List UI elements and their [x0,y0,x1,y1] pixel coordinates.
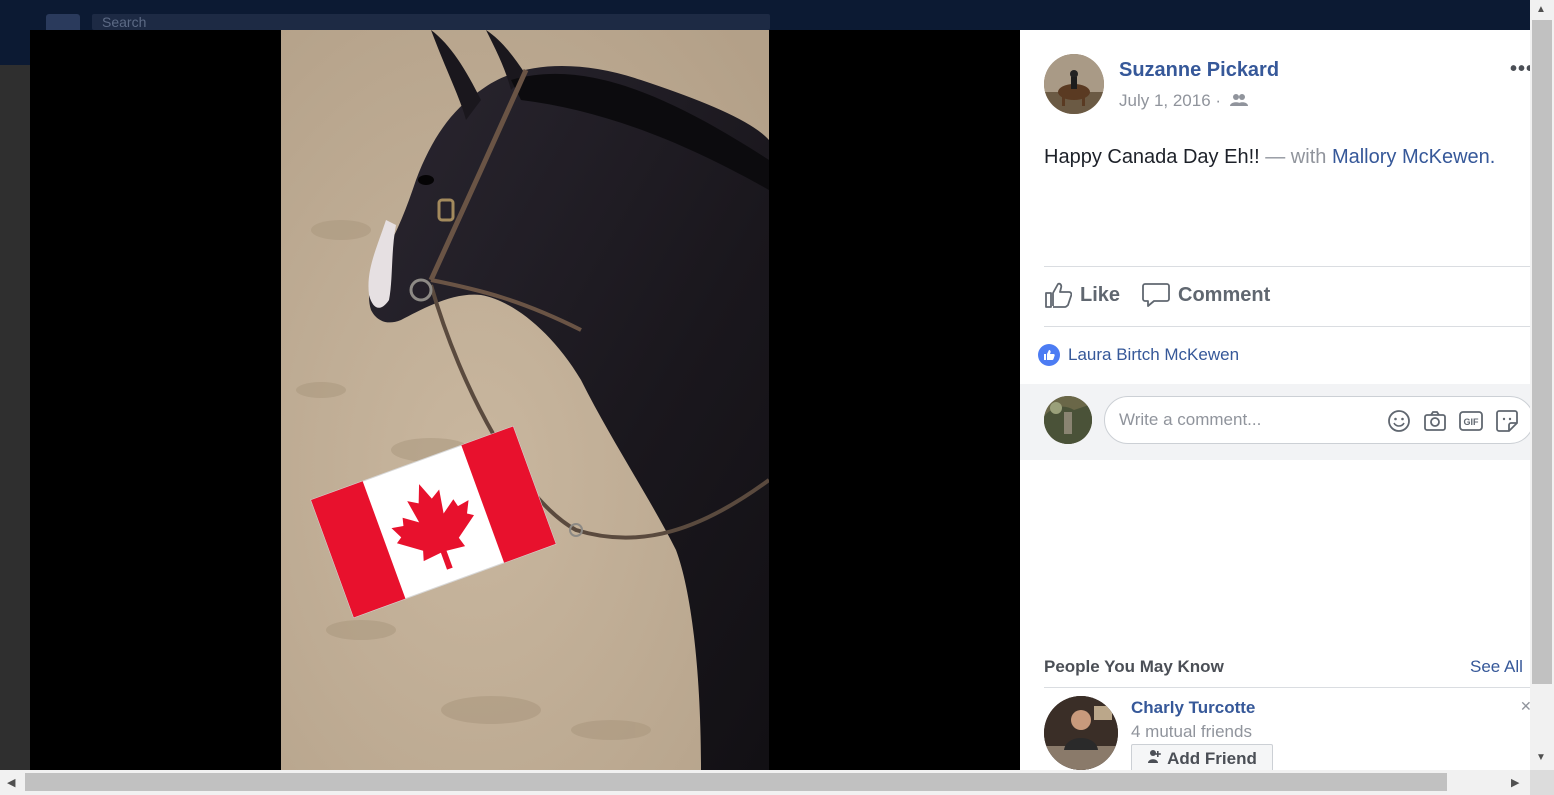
author-avatar[interactable] [1044,54,1104,114]
gif-icon[interactable]: GIF [1459,409,1483,438]
search-input[interactable]: Search [92,14,770,30]
comment-input[interactable]: Write a comment... GIF [1104,396,1534,444]
post-date-text[interactable]: July 1, 2016 · [1119,91,1221,110]
like-reaction-icon [1038,344,1060,366]
add-friend-label: Add Friend [1167,749,1257,768]
suggested-friend-name[interactable]: Charly Turcotte [1131,698,1255,718]
with-prefix: — with [1265,146,1327,168]
friends-audience-icon[interactable] [1229,92,1248,112]
thumbs-up-icon [1044,282,1072,308]
reactor-name-link[interactable]: Laura Birtch McKewen [1068,345,1239,365]
comment-label: Comment [1178,283,1271,306]
people-you-may-know-title: People You May Know [1044,657,1224,676]
scroll-left-arrow-icon[interactable]: ◀ [7,776,15,789]
scrollbar-corner [1530,770,1554,795]
divider [1044,266,1530,267]
emoji-icon[interactable] [1387,409,1411,438]
photo-theater: Suzanne Pickard July 1, 2016 · ••• Happy… [30,30,1534,774]
vertical-scrollbar-thumb[interactable] [1532,20,1552,684]
comment-placeholder[interactable]: Write a comment... [1119,410,1261,430]
sticker-icon[interactable] [1495,409,1519,438]
see-all-link[interactable]: See All [1470,657,1523,677]
tagged-friend-link[interactable]: Mallory McKewen. [1332,146,1495,168]
divider [1044,687,1530,688]
reactions-summary[interactable]: Laura Birtch McKewen [1038,344,1239,366]
divider [1044,326,1530,327]
like-label: Like [1080,283,1121,306]
comment-button[interactable]: Comment [1142,282,1270,308]
current-user-avatar[interactable] [1044,396,1092,444]
photo-stage[interactable] [30,30,1020,770]
post-side-panel: Suzanne Pickard July 1, 2016 · ••• Happy… [1020,30,1534,774]
mutual-friends-count[interactable]: 4 mutual friends [1131,722,1252,742]
post-text: Happy Canada Day Eh!! — with Mallory McK… [1044,146,1495,169]
comment-composer: Write a comment... GIF [1020,384,1534,460]
post-message: Happy Canada Day Eh!! [1044,146,1260,168]
horizontal-scrollbar-thumb[interactable] [25,773,1447,791]
like-button[interactable]: Like [1044,282,1120,308]
scroll-down-arrow-icon[interactable]: ▼ [1536,752,1546,763]
suggested-friend-avatar[interactable] [1044,696,1118,770]
camera-icon[interactable] [1423,409,1447,438]
author-name-link[interactable]: Suzanne Pickard [1119,59,1279,82]
comment-bubble-icon [1142,282,1170,308]
add-person-icon [1147,749,1161,770]
gif-text: GIF [1464,417,1480,427]
horse-photo-image [281,30,769,770]
post-date[interactable]: July 1, 2016 · [1119,91,1248,112]
scroll-right-arrow-icon[interactable]: ▶ [1511,776,1519,789]
post-photo[interactable] [281,30,769,770]
scroll-up-arrow-icon[interactable]: ▲ [1536,4,1546,15]
